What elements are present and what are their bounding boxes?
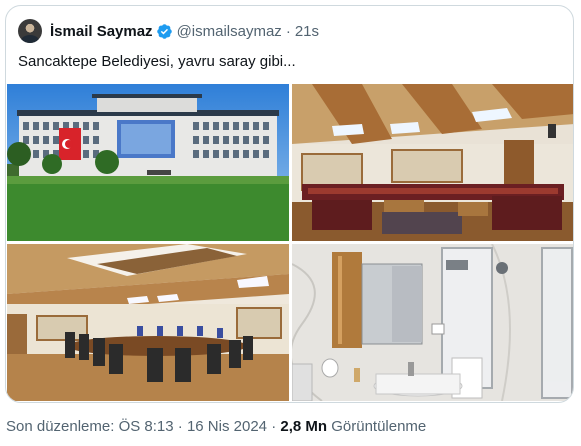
media-grid (6, 84, 573, 402)
meta-separator-2: · (271, 418, 277, 435)
lounge-image (292, 84, 573, 241)
photo-building-exterior[interactable] (7, 84, 289, 241)
photo-meeting-room[interactable] (7, 244, 289, 401)
tweet-text: Sancaktepe Belediyesi, yavru saray gibi.… (18, 53, 296, 70)
author-avatar[interactable] (18, 19, 42, 43)
verified-badge-icon (156, 23, 172, 39)
author-handle[interactable]: @ismailsaymaz (177, 23, 282, 40)
tweet-date[interactable]: 16 Nis 2024 (187, 418, 267, 435)
views-label: Görüntülenme (331, 418, 427, 435)
tweet-metadata: Son düzenleme: ÖS 8:13 · 16 Nis 2024 · 2… (6, 418, 426, 435)
meeting-image (7, 244, 289, 401)
photo-bathroom[interactable] (292, 244, 573, 401)
meta-separator-1: · (177, 418, 183, 435)
header-separator: · (285, 22, 291, 40)
tweet-header: İsmail Saymaz @ismailsaymaz · 21s (18, 18, 319, 44)
bathroom-image (292, 244, 573, 401)
edited-timestamp[interactable]: Son düzenleme: ÖS 8:13 (6, 418, 174, 435)
views-count: 2,8 Mn (280, 418, 328, 435)
building-image (7, 84, 289, 241)
photo-lounge-room[interactable] (292, 84, 573, 241)
author-name[interactable]: İsmail Saymaz (50, 23, 153, 40)
tweet-timestamp[interactable]: 21s (295, 23, 319, 40)
tweet-card[interactable]: İsmail Saymaz @ismailsaymaz · 21s Sancak… (5, 5, 574, 403)
